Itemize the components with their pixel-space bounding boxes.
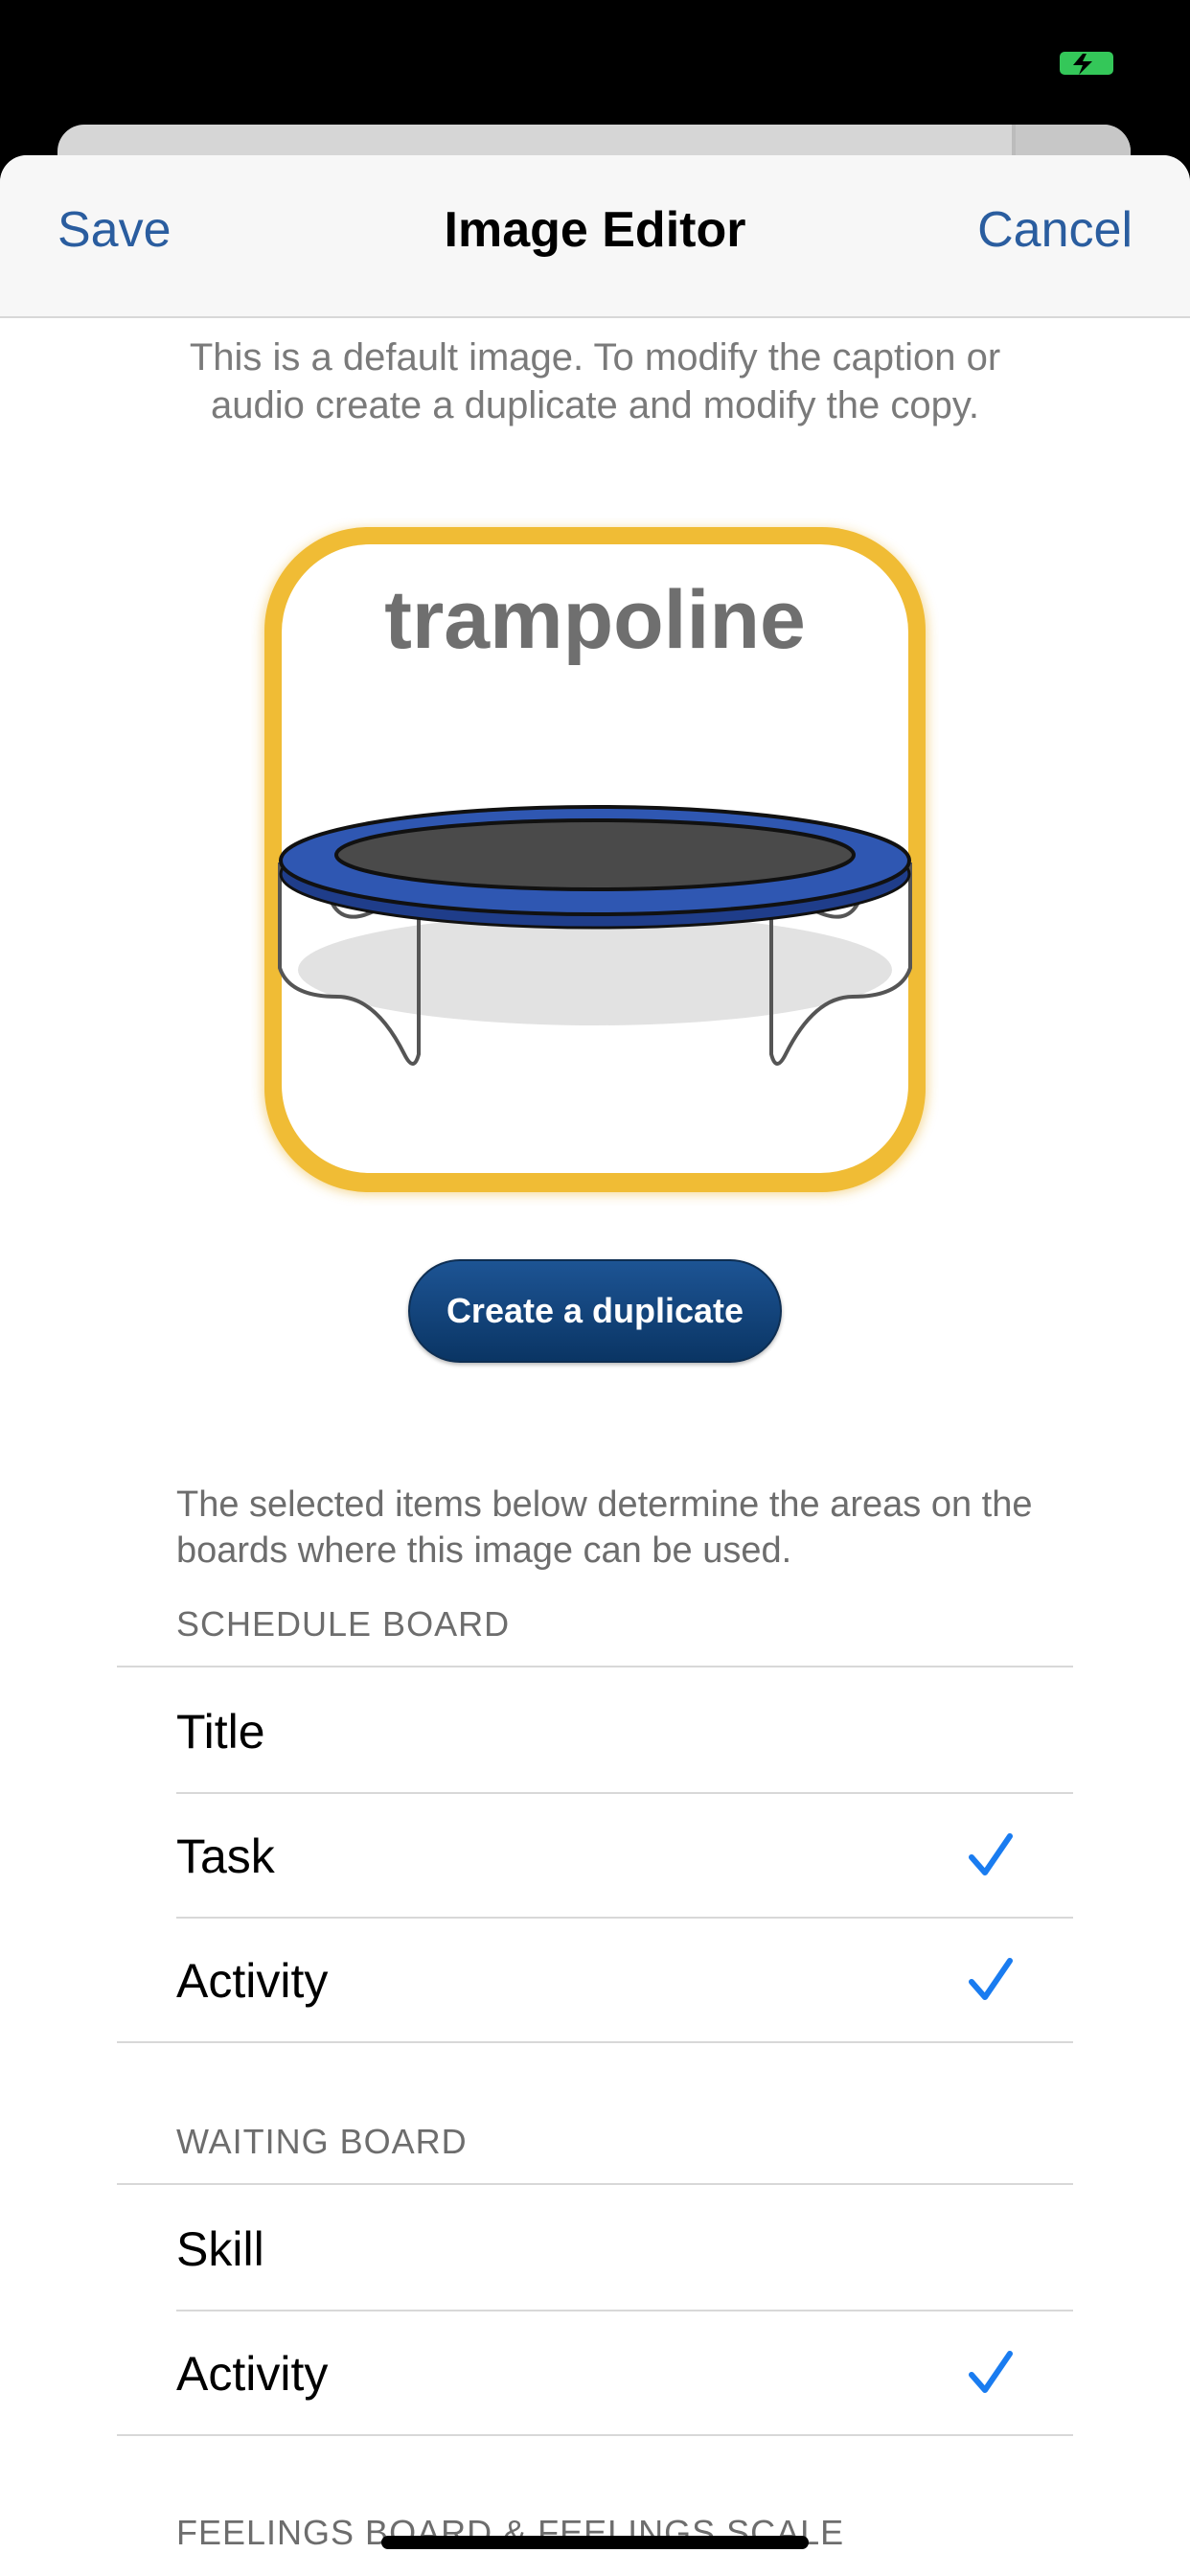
image-caption: trampoline <box>384 574 806 666</box>
checkmark-icon <box>969 1833 1013 1875</box>
row-label: Skill <box>176 2222 264 2276</box>
checkmark-icon <box>969 2351 1013 2393</box>
cancel-button[interactable]: Cancel <box>977 201 1133 259</box>
default-image-notice: This is a default image. To modify the c… <box>189 336 1001 426</box>
waiting-board-list: Skill Activity <box>117 2183 1073 2436</box>
trampoline-image: trampoline <box>263 527 927 1194</box>
list-item-activity[interactable]: Activity <box>117 2310 1073 2434</box>
usage-description: The selected items below determine the a… <box>176 1484 1033 1571</box>
navigation-bar: Save Image Editor Cancel <box>0 155 1190 318</box>
section-header-waiting-board: WAITING BOARD <box>176 2122 468 2161</box>
create-duplicate-button[interactable]: Create a duplicate <box>408 1259 782 1363</box>
list-item-title[interactable]: Title <box>117 1668 1073 1792</box>
list-item-activity[interactable]: Activity <box>117 1917 1073 2041</box>
status-bar <box>0 0 1190 125</box>
list-item-skill[interactable]: Skill <box>117 2185 1073 2310</box>
section-header-schedule-board: SCHEDULE BOARD <box>176 1604 511 1644</box>
row-label: Activity <box>176 1954 329 2008</box>
image-editor-sheet: Save Image Editor Cancel This is a defau… <box>0 155 1190 2576</box>
list-item-task[interactable]: Task <box>117 1792 1073 1917</box>
battery-charging-icon <box>1060 52 1113 75</box>
row-label: Task <box>176 1829 275 1883</box>
row-label: Activity <box>176 2347 329 2401</box>
home-indicator <box>381 2536 809 2549</box>
schedule-board-list: Title Task Activity <box>117 1666 1073 2043</box>
checkmark-icon <box>969 1958 1013 2000</box>
row-label: Title <box>176 1705 265 1759</box>
